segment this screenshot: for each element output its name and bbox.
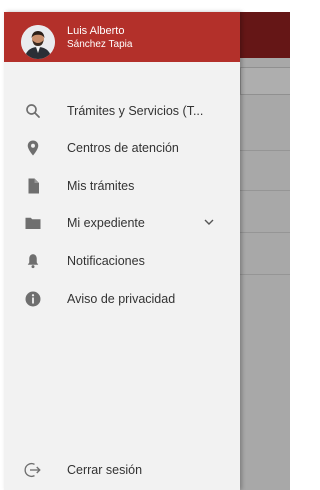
menu-item-notificaciones[interactable]: Notificaciones <box>4 244 240 278</box>
menu-item-label: Mi expediente <box>67 216 145 230</box>
menu-item-label: Trámites y Servicios (T... <box>67 104 204 118</box>
info-icon <box>25 291 41 307</box>
chevron-down-icon[interactable] <box>203 216 215 228</box>
menu-item-label: Mis trámites <box>67 179 135 193</box>
folder-icon <box>25 217 41 229</box>
menu-item-mis-tramites[interactable]: Mis trámites <box>4 169 240 203</box>
logout-label: Cerrar sesión <box>67 463 143 477</box>
logout-icon <box>24 463 41 477</box>
bell-icon <box>27 254 39 269</box>
user-first-name: Luis Alberto <box>67 25 125 37</box>
menu-item-centros-atencion[interactable]: Centros de atención <box>4 131 240 165</box>
drawer-header: Luis Alberto Sánchez Tapia <box>4 12 240 62</box>
menu-item-aviso-privacidad[interactable]: Aviso de privacidad <box>4 282 240 316</box>
menu-item-mi-expediente[interactable]: Mi expediente <box>4 206 240 240</box>
user-last-name: Sánchez Tapia <box>67 39 133 50</box>
search-icon <box>26 104 40 118</box>
menu-item-tramites-servicios[interactable]: Trámites y Servicios (T... <box>4 94 240 128</box>
user-photo-icon <box>21 25 55 59</box>
menu-item-label: Aviso de privacidad <box>67 292 176 306</box>
logout-button[interactable]: Cerrar sesión <box>4 453 240 487</box>
location-pin-icon <box>27 140 39 156</box>
document-icon <box>28 178 39 194</box>
navigation-drawer: Luis Alberto Sánchez Tapia Trámites y Se… <box>4 12 240 490</box>
menu-item-label: Centros de atención <box>67 141 179 155</box>
avatar[interactable] <box>21 25 55 59</box>
menu-item-label: Notificaciones <box>67 254 145 268</box>
